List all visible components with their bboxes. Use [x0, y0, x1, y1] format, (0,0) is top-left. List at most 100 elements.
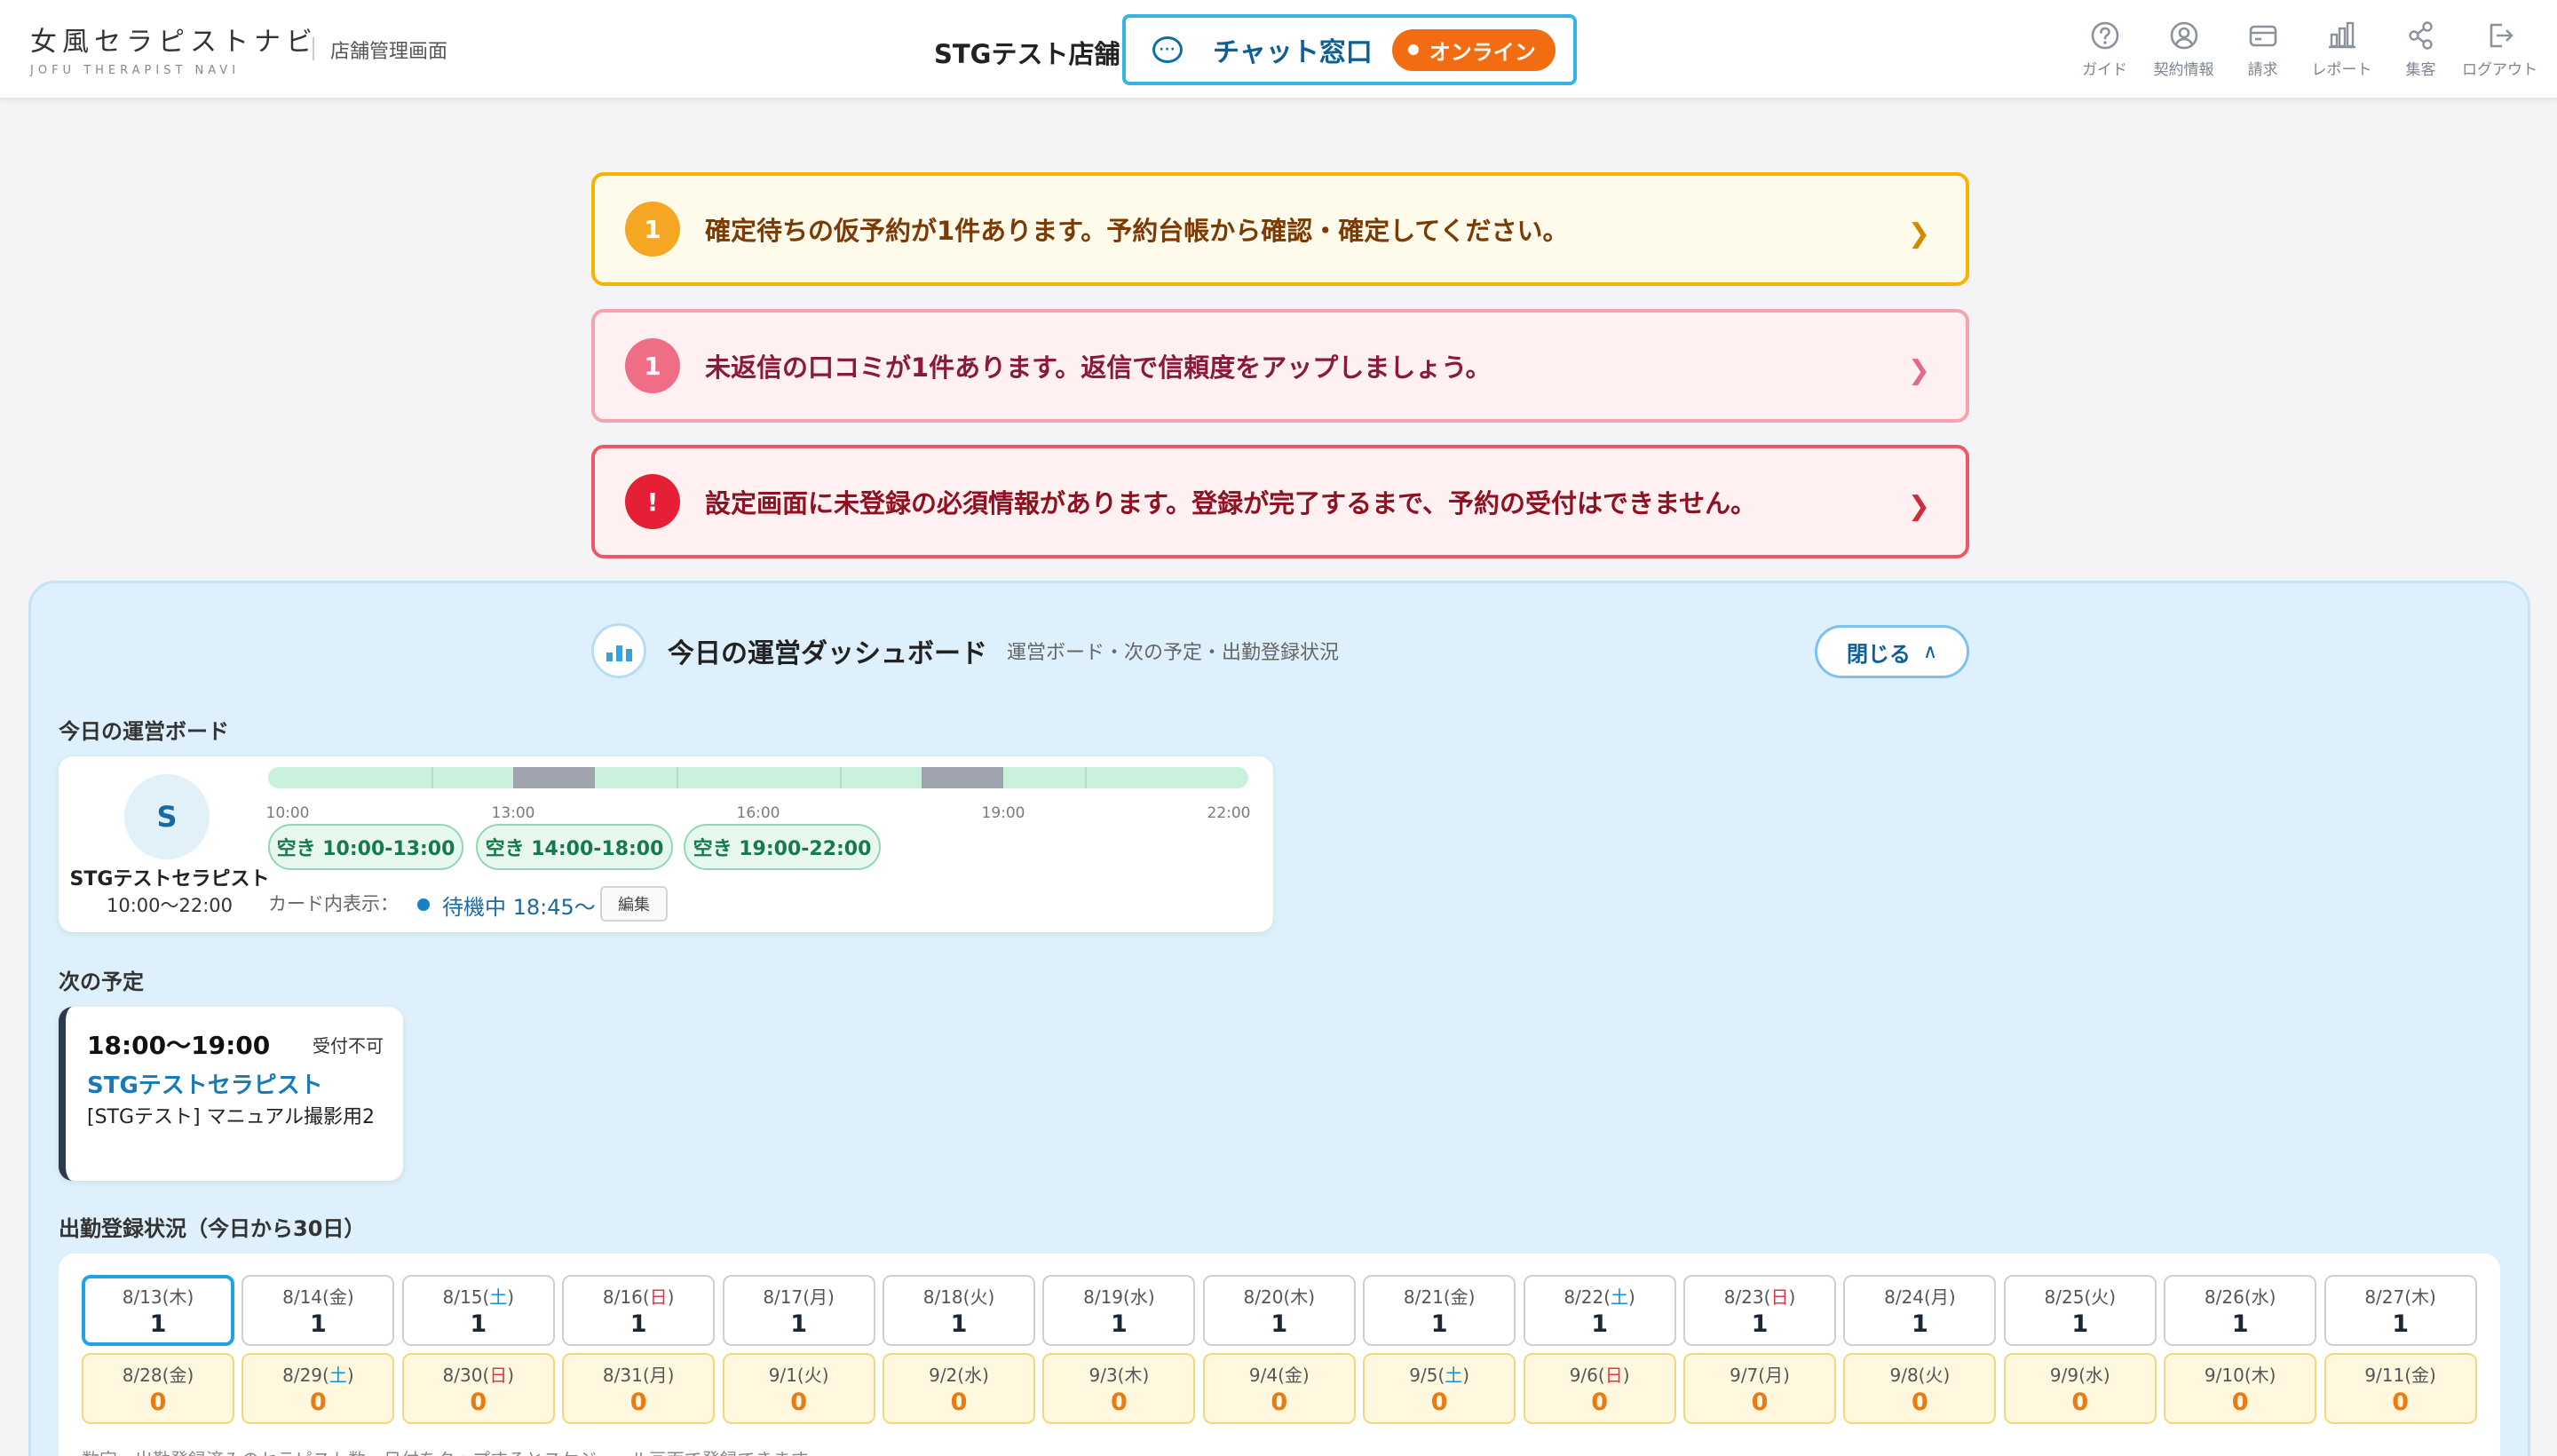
day-date-number: 9/7 [1730, 1365, 1759, 1386]
nav-marketing[interactable]: 集客 [2381, 20, 2460, 79]
day-date-number: 8/29 [282, 1365, 323, 1386]
day-date-number: 9/10 [2204, 1365, 2244, 1386]
attendance-day-8-23[interactable]: 8/23(日) 1 [1683, 1275, 1836, 1346]
edit-status-button[interactable]: 編集 [600, 886, 668, 922]
day-date-number: 8/24 [1884, 1286, 1925, 1308]
day-therapist-count: 0 [470, 1389, 487, 1416]
attendance-day-8-27[interactable]: 8/27(木) 1 [2323, 1275, 2477, 1346]
day-date-number: 9/3 [1089, 1365, 1118, 1386]
day-date-number: 8/28 [122, 1365, 162, 1386]
chat-bubble-icon: ··· [1152, 36, 1183, 63]
timeline-tick [1085, 767, 1087, 788]
day-date: 8/30(日) [442, 1365, 515, 1386]
day-date-number: 8/30 [442, 1365, 483, 1386]
day-of-week: 土 [329, 1365, 347, 1386]
free-slot-pill[interactable]: 空き 19:00-22:00 [684, 824, 881, 870]
attendance-day-9-3[interactable]: 9/3(木) 0 [1042, 1353, 1196, 1424]
bar-chart-icon [2328, 21, 2355, 49]
day-date: 9/3(木) [1089, 1365, 1150, 1386]
online-status-badge: オンライン [1391, 28, 1556, 71]
close-dashboard-button[interactable]: 閉じる ∧ [1815, 625, 1969, 678]
day-of-week: 月 [1930, 1286, 1949, 1308]
nav-report[interactable]: レポート [2302, 20, 2381, 79]
day-date: 9/7(月) [1730, 1365, 1790, 1386]
logout-icon [2490, 23, 2513, 48]
chat-window-button[interactable]: ··· チャット窓口 オンライン [1122, 14, 1577, 85]
timeline-booked-segment [922, 767, 1003, 788]
day-therapist-count: 0 [1911, 1389, 1928, 1416]
day-therapist-count: 1 [790, 1310, 807, 1338]
missing-settings-alert[interactable]: ! 設定画面に未登録の必須情報があります。登録が完了するまで、予約の受付はできま… [591, 445, 1969, 558]
day-date-number: 8/17 [763, 1286, 804, 1308]
day-therapist-count: 1 [2071, 1310, 2089, 1338]
day-date: 8/27(木) [2364, 1286, 2436, 1308]
logo[interactable]: 女風セラピストナビ JOFU THERAPIST NAVI [30, 20, 318, 77]
pending-reservation-alert[interactable]: 1 確定待ちの仮予約が1件あります。予約台帳から確認・確定してください。 ❯ [591, 172, 1969, 286]
card-display-label: カード内表示： [268, 893, 399, 914]
attendance-day-9-7[interactable]: 9/7(月) 0 [1683, 1353, 1836, 1424]
attendance-day-8-28[interactable]: 8/28(金) 0 [82, 1353, 234, 1424]
attendance-day-9-1[interactable]: 9/1(火) 0 [722, 1353, 875, 1424]
next-reservation-therapist[interactable]: STGテストセラピスト [87, 1067, 323, 1100]
day-therapist-count: 1 [470, 1310, 487, 1338]
next-reservation-card[interactable]: 18:00〜19:00 受付不可 STGテストセラピスト [STGテスト] マニ… [59, 1007, 403, 1181]
therapist-name[interactable]: STGテストセラピスト [69, 863, 270, 891]
attendance-day-9-11[interactable]: 9/11(金) 0 [2323, 1353, 2477, 1424]
attendance-day-8-15[interactable]: 8/15(土) 1 [401, 1275, 555, 1346]
day-date-number: 8/16 [602, 1286, 643, 1308]
day-date-number: 8/25 [2044, 1286, 2085, 1308]
day-of-week: 水 [2085, 1365, 2103, 1386]
attendance-day-8-14[interactable]: 8/14(金) 1 [241, 1275, 395, 1346]
attendance-day-9-2[interactable]: 9/2(水) 0 [883, 1353, 1035, 1424]
day-therapist-count: 1 [2231, 1310, 2249, 1338]
attendance-day-8-30[interactable]: 8/30(日) 0 [401, 1353, 555, 1424]
day-date: 9/6(日) [1569, 1365, 1630, 1386]
free-slot-pill[interactable]: 空き 14:00-18:00 [476, 824, 673, 870]
day-date: 8/16(日) [602, 1286, 675, 1308]
nav-contract[interactable]: 契約情報 [2144, 20, 2223, 79]
timeline-free-segment [595, 767, 922, 788]
attendance-day-8-13[interactable]: 8/13(木) 1 [82, 1275, 234, 1346]
attendance-day-8-21[interactable]: 8/21(金) 1 [1363, 1275, 1516, 1346]
attendance-day-8-22[interactable]: 8/22(土) 1 [1523, 1275, 1676, 1346]
attendance-day-8-31[interactable]: 8/31(月) 0 [562, 1353, 716, 1424]
day-of-week: 火 [2091, 1286, 2110, 1308]
day-date: 9/4(金) [1248, 1365, 1310, 1386]
nav-guide[interactable]: ガイド [2065, 20, 2144, 79]
day-date-number: 8/31 [602, 1365, 643, 1386]
timeline-label: 19:00 [981, 804, 1025, 822]
day-therapist-count: 1 [1271, 1310, 1288, 1338]
attendance-day-8-17[interactable]: 8/17(月) 1 [722, 1275, 875, 1346]
attendance-day-8-25[interactable]: 8/25(火) 1 [2003, 1275, 2157, 1346]
attendance-day-8-19[interactable]: 8/19(水) 1 [1042, 1275, 1196, 1346]
day-therapist-count: 1 [1430, 1310, 1448, 1338]
day-date: 8/13(木) [122, 1286, 194, 1308]
attendance-day-8-24[interactable]: 8/24(月) 1 [1843, 1275, 1997, 1346]
day-date: 9/9(水) [2049, 1365, 2110, 1386]
attendance-day-9-5[interactable]: 9/5(土) 0 [1363, 1353, 1516, 1424]
day-date: 8/31(月) [602, 1365, 675, 1386]
attendance-day-9-8[interactable]: 9/8(火) 0 [1843, 1353, 1997, 1424]
attendance-day-8-29[interactable]: 8/29(土) 0 [241, 1353, 395, 1424]
day-of-week: 水 [2251, 1286, 2269, 1308]
alert-count-badge: 1 [625, 202, 680, 257]
attendance-day-9-6[interactable]: 9/6(日) 0 [1523, 1353, 1676, 1424]
attendance-day-9-10[interactable]: 9/10(木) 0 [2164, 1353, 2317, 1424]
status-dot-icon [417, 898, 430, 911]
attendance-day-8-18[interactable]: 8/18(火) 1 [883, 1275, 1035, 1346]
free-slot-pill[interactable]: 空き 10:00-13:00 [268, 824, 463, 870]
timeline-label: 10:00 [265, 804, 310, 822]
attendance-day-9-4[interactable]: 9/4(金) 0 [1202, 1353, 1356, 1424]
day-of-week: 木 [169, 1286, 187, 1308]
attendance-day-9-9[interactable]: 9/9(水) 0 [2003, 1353, 2157, 1424]
attendance-day-8-20[interactable]: 8/20(木) 1 [1202, 1275, 1356, 1346]
unreplied-review-alert[interactable]: 1 未返信の口コミが1件あります。返信で信頼度をアップしましょう。 ❯ [591, 309, 1969, 423]
nav-billing[interactable]: 請求 [2223, 20, 2302, 79]
attendance-day-8-26[interactable]: 8/26(水) 1 [2164, 1275, 2317, 1346]
question-circle-icon [2091, 21, 2118, 50]
attendance-day-8-16[interactable]: 8/16(日) 1 [562, 1275, 716, 1346]
nav-logout[interactable]: ログアウト [2460, 20, 2539, 79]
day-date: 8/20(木) [1243, 1286, 1316, 1308]
day-of-week: 金 [1450, 1286, 1468, 1308]
timeline-tick [840, 767, 842, 788]
